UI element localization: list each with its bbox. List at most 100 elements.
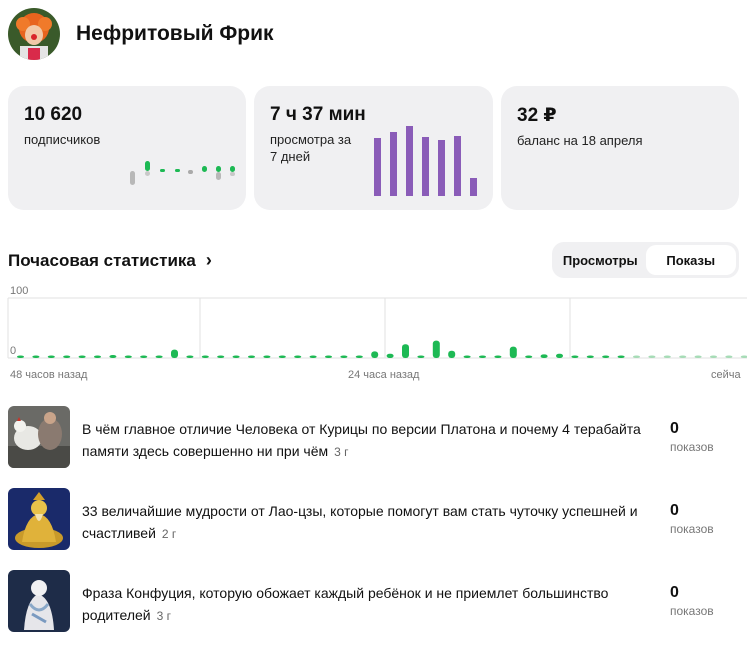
y-tick-label: 100: [10, 285, 28, 297]
impressions-count: 0: [670, 502, 679, 519]
chart-bar[interactable]: [186, 355, 194, 359]
video-thumbnail[interactable]: [8, 406, 70, 468]
balance-card[interactable]: 32 ₽ баланс на 18 апреля: [501, 86, 739, 210]
chicken-thumbnail-icon: [8, 406, 70, 468]
chart-bar[interactable]: [94, 355, 101, 359]
avatar[interactable]: [8, 8, 60, 60]
spark-bar: [160, 169, 165, 172]
chart-bar[interactable]: [694, 355, 702, 359]
chart-bars: [17, 340, 747, 359]
chart-bar[interactable]: [17, 355, 24, 359]
chart-bar[interactable]: [47, 355, 55, 359]
video-item[interactable]: В чём главное отличие Человека от Курицы…: [8, 406, 747, 468]
chart-bar[interactable]: [232, 355, 240, 359]
chart-bar[interactable]: [648, 355, 656, 359]
chart-bar[interactable]: [494, 355, 502, 359]
video-item[interactable]: Фраза Конфуция, которую обожает каждый р…: [8, 570, 747, 632]
impressions-label: показов: [670, 604, 714, 618]
chart-bar[interactable]: [679, 355, 687, 359]
spark-bar: [230, 166, 235, 172]
spark-bar: [175, 169, 180, 172]
chart-bar[interactable]: [140, 355, 148, 359]
chart-bar[interactable]: [263, 355, 271, 359]
channel-name: Нефритовый Фрик: [76, 22, 274, 45]
hourly-chart: 100 0 48 часов назад 24 часа назад сейча: [7, 285, 747, 381]
views-card[interactable]: 7 ч 37 мин просмотра за 7 дней: [254, 86, 493, 210]
chart-bar[interactable]: [371, 351, 379, 358]
chart-bar[interactable]: [217, 355, 225, 359]
spark-bar: [188, 170, 193, 174]
balance-label: баланс на 18 апреля: [517, 133, 643, 148]
chart-bar[interactable]: [740, 355, 747, 359]
chart-bar[interactable]: [32, 355, 40, 359]
chart-bar[interactable]: [710, 355, 717, 359]
week-bar: [374, 138, 381, 196]
video-title[interactable]: 33 величайшие мудрости от Лао-цзы, котор…: [82, 500, 652, 545]
chart-bar[interactable]: [124, 355, 132, 359]
chart-bar[interactable]: [402, 344, 409, 358]
chart-bar[interactable]: [525, 355, 533, 359]
chart-bar[interactable]: [78, 355, 86, 359]
tab-views[interactable]: Просмотры: [555, 245, 646, 275]
subscribers-label: подписчиков: [24, 132, 101, 147]
chart-bar[interactable]: [386, 353, 394, 358]
spark-bar: [202, 166, 207, 172]
chart-bar[interactable]: [155, 355, 163, 359]
impressions-label: показов: [670, 440, 714, 454]
chart-bar[interactable]: [725, 355, 733, 359]
hourly-stats-link[interactable]: Почасовая статистика ›: [8, 250, 212, 271]
chart-bar[interactable]: [355, 355, 363, 359]
chart-bar[interactable]: [109, 355, 117, 358]
video-stat: 0 показов: [670, 584, 714, 618]
spark-bar: [230, 172, 235, 176]
chevron-right-icon: ›: [205, 250, 212, 270]
chart-bar[interactable]: [325, 355, 332, 359]
chart-bar[interactable]: [463, 355, 471, 359]
video-title-text: В чём главное отличие Человека от Курицы…: [82, 421, 641, 459]
balance-value: 32 ₽: [517, 105, 557, 126]
spark-bar: [145, 161, 150, 171]
chart-bar[interactable]: [540, 354, 548, 358]
week-bar: [470, 178, 477, 196]
watch-time: 7 ч 37 мин: [270, 104, 366, 125]
chart-bar[interactable]: [248, 355, 255, 359]
chart-bar[interactable]: [586, 355, 594, 359]
subscribers-sparkline: [130, 161, 235, 185]
hourly-stats-title: Почасовая статистика: [8, 250, 196, 270]
chart-bar[interactable]: [417, 355, 425, 359]
chart-bar[interactable]: [278, 355, 286, 359]
chart-bar[interactable]: [201, 355, 209, 359]
chart-bar[interactable]: [171, 349, 178, 358]
chart-bar[interactable]: [617, 355, 625, 359]
video-item[interactable]: 33 величайшие мудрости от Лао-цзы, котор…: [8, 488, 747, 550]
subscribers-count: 10 620: [24, 104, 83, 125]
spark-bar: [216, 166, 221, 172]
impressions-label: показов: [670, 522, 714, 536]
video-age: 3 г: [156, 609, 171, 623]
video-title[interactable]: В чём главное отличие Человека от Курицы…: [82, 418, 652, 463]
x-tick-label: 24 часа назад: [348, 369, 420, 381]
chart-bar[interactable]: [448, 350, 456, 358]
chart-bar[interactable]: [602, 355, 610, 359]
video-thumbnail[interactable]: [8, 488, 70, 550]
chart-bar[interactable]: [479, 355, 486, 359]
video-title[interactable]: Фраза Конфуция, которую обожает каждый р…: [82, 582, 652, 627]
tab-impressions[interactable]: Показы: [645, 245, 736, 275]
spark-bar: [130, 171, 135, 185]
chart-bar[interactable]: [294, 355, 302, 359]
avatar-clown-icon: [8, 8, 60, 60]
chart-bar[interactable]: [663, 355, 671, 359]
chart-bar[interactable]: [571, 355, 579, 359]
video-stat: 0 показов: [670, 502, 714, 536]
chart-bar[interactable]: [633, 355, 640, 359]
chart-bar[interactable]: [309, 355, 317, 359]
chart-bar[interactable]: [432, 340, 440, 358]
chart-bar[interactable]: [340, 355, 348, 359]
spark-bar: [216, 172, 221, 180]
chart-bar[interactable]: [509, 346, 517, 358]
video-age: 3 г: [334, 445, 349, 459]
chart-bar[interactable]: [63, 355, 71, 359]
chart-bar[interactable]: [556, 353, 563, 358]
subscribers-card[interactable]: 10 620 подписчиков: [8, 86, 246, 210]
video-thumbnail[interactable]: [8, 570, 70, 632]
